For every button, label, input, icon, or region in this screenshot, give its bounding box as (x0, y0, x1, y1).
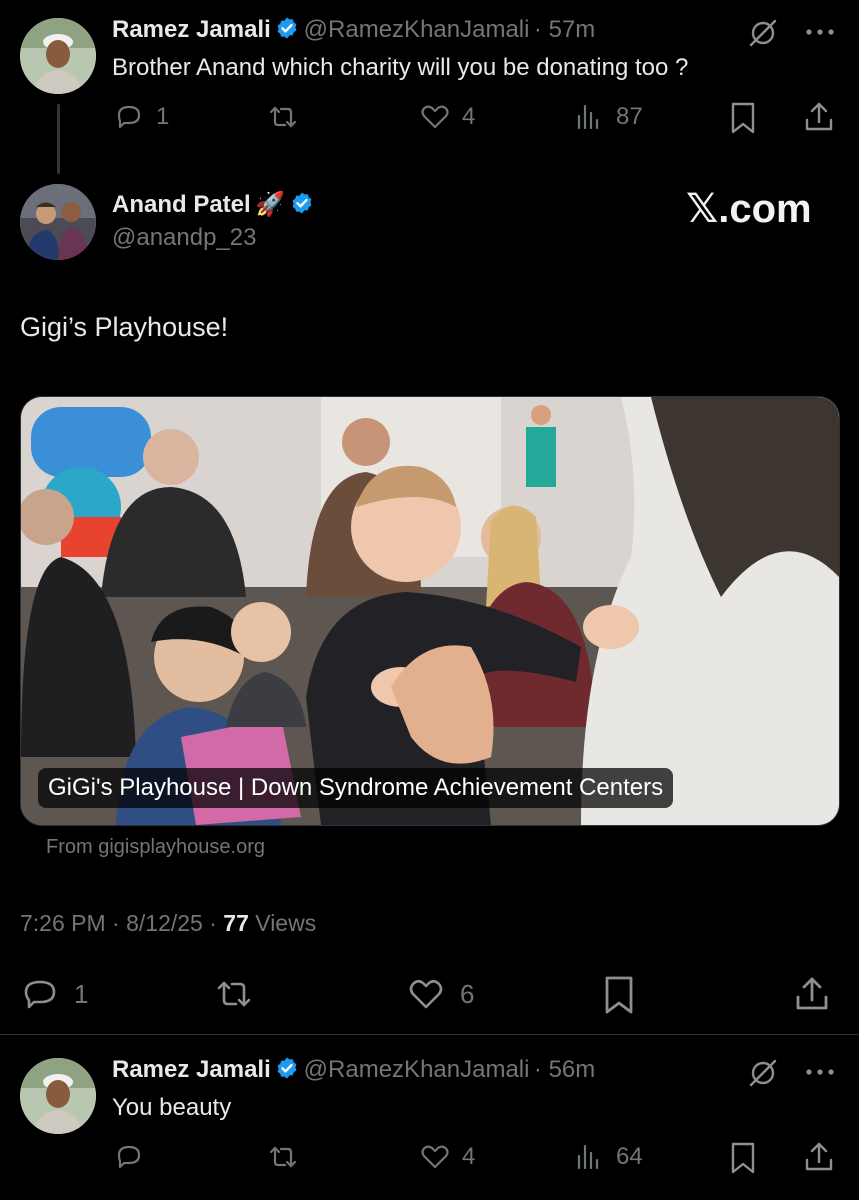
share-icon[interactable] (792, 974, 832, 1014)
verified-badge-icon[interactable] (290, 191, 314, 215)
share-icon[interactable] (802, 1140, 836, 1174)
author-name[interactable]: Ramez Jamali (112, 16, 271, 43)
tweet-header: Ramez Jamali @RamezKhanJamali · 56m (112, 1056, 595, 1084)
like-count: 4 (462, 1143, 476, 1170)
share-icon[interactable] (802, 100, 836, 134)
views-count: 64 (616, 1143, 643, 1170)
author-name[interactable]: Ramez Jamali (112, 1056, 271, 1083)
reply-count: 1 (74, 978, 89, 1009)
more-icon[interactable] (804, 1064, 836, 1080)
views-button[interactable]: 64 (572, 1140, 643, 1174)
retweet-button[interactable] (214, 974, 254, 1014)
retweet-icon (217, 981, 251, 1007)
views-button[interactable]: 87 (572, 100, 643, 134)
link-card[interactable] (20, 396, 840, 826)
avatar[interactable] (20, 1058, 96, 1134)
like-button[interactable]: 4 (418, 100, 475, 134)
retweet-icon (269, 106, 297, 128)
card-source[interactable]: From gigisplayhouse.org (46, 836, 265, 859)
bookmark-icon[interactable] (726, 1140, 760, 1176)
rocket-emoji: 🚀 (255, 191, 286, 218)
thread-line (57, 104, 60, 174)
tweet-text: Brother Anand which charity will you be … (112, 54, 689, 81)
reply-icon (117, 105, 141, 129)
tweet-time[interactable]: · 57m (534, 16, 595, 43)
like-button[interactable]: 4 (418, 1140, 475, 1174)
retweet-button[interactable] (266, 100, 300, 134)
reply-count: 1 (156, 103, 170, 130)
like-icon (409, 979, 443, 1009)
tweet-timestamp: 7:26 PM · 8/12/25 · 77 Views (20, 910, 316, 937)
card-image (21, 397, 839, 825)
bookmark-icon[interactable] (600, 974, 638, 1016)
grok-icon[interactable] (746, 1056, 780, 1090)
views-count: 87 (616, 103, 643, 130)
like-button[interactable]: 6 (406, 974, 474, 1014)
verified-badge-icon[interactable] (275, 16, 299, 40)
reply-icon (24, 980, 56, 1009)
author-handle[interactable]: @RamezKhanJamali (304, 16, 530, 43)
bookmark-icon[interactable] (726, 100, 760, 136)
reply-button[interactable]: 1 (112, 100, 169, 134)
watermark: 𝕏.com (686, 187, 812, 231)
avatar[interactable] (20, 184, 96, 260)
reply-icon (117, 1145, 141, 1169)
tweet-text: Gigi’s Playhouse! (20, 312, 229, 342)
tweet-time[interactable]: · 56m (534, 1056, 595, 1083)
divider (0, 1034, 859, 1035)
views-label: Views (248, 910, 317, 936)
timestamp-text[interactable]: 7:26 PM · 8/12/25 · (20, 910, 223, 936)
author-name[interactable]: Anand Patel (112, 191, 251, 218)
card-title: GiGi's Playhouse | Down Syndrome Achieve… (38, 768, 674, 808)
like-count: 6 (460, 978, 475, 1009)
like-icon (421, 105, 449, 129)
views-icon (577, 104, 599, 130)
tweet-text: You beauty (112, 1094, 232, 1121)
author-handle[interactable]: @RamezKhanJamali (304, 1056, 530, 1083)
views-icon (577, 1144, 599, 1170)
retweet-button[interactable] (266, 1140, 300, 1174)
grok-icon[interactable] (746, 16, 780, 50)
verified-badge-icon[interactable] (275, 1056, 299, 1080)
reply-button[interactable] (112, 1140, 146, 1174)
like-icon (421, 1145, 449, 1169)
retweet-icon (269, 1146, 297, 1168)
tweet-header: Anand Patel 🚀 (112, 190, 314, 219)
more-icon[interactable] (804, 24, 836, 40)
avatar[interactable] (20, 18, 96, 94)
like-count: 4 (462, 103, 476, 130)
views-count: 77 (223, 910, 249, 936)
tweet-header: Ramez Jamali @RamezKhanJamali · 57m (112, 16, 595, 44)
reply-button[interactable]: 1 (20, 974, 88, 1014)
author-handle[interactable]: @anandp_23 (112, 224, 257, 252)
